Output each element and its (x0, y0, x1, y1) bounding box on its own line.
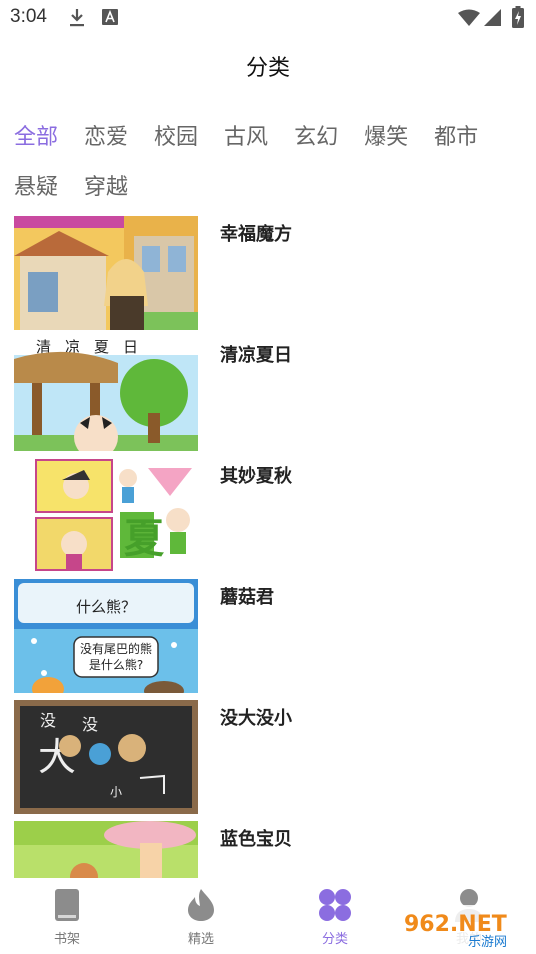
book-icon (54, 888, 80, 926)
watermark-main-text: 962.NET (404, 912, 507, 937)
wifi-icon (458, 9, 480, 31)
tab-campus[interactable]: 校园 (154, 119, 198, 151)
comic-item[interactable]: 夏 其妙夏秋 (14, 458, 524, 579)
tab-suspense[interactable]: 悬疑 (14, 169, 58, 201)
comic-cover[interactable] (14, 216, 198, 330)
comic-cover[interactable] (14, 821, 198, 878)
nav-label: 分类 (321, 932, 348, 947)
cover-chalk-2: 没 (82, 715, 98, 734)
comic-title[interactable]: 清凉夏日 (220, 341, 292, 367)
comic-title[interactable]: 其妙夏秋 (220, 462, 292, 488)
comic-title[interactable]: 没大没小 (220, 704, 292, 730)
comic-cover[interactable]: 什么熊？ 没有尾巴的熊 是什么熊? (14, 579, 198, 693)
tab-all[interactable]: 全部 (14, 119, 58, 151)
tab-time-travel[interactable]: 穿越 (84, 169, 128, 201)
comic-cover[interactable]: 夏 (14, 458, 198, 572)
battery-charging-icon (512, 6, 524, 32)
comic-item[interactable]: 清凉夏日 清凉夏日 (14, 337, 524, 458)
comic-title[interactable]: 幸福魔方 (220, 220, 292, 246)
cover-caption: 什么熊？ (76, 598, 136, 616)
nav-label: 书架 (53, 932, 80, 947)
tab-fantasy[interactable]: 玄幻 (294, 119, 338, 151)
cover-bubble-line-2: 是什么熊? (89, 657, 143, 672)
category-icon (318, 888, 352, 926)
status-time: 3:04 (10, 6, 47, 27)
flame-icon (187, 888, 215, 926)
signal-icon (484, 9, 502, 31)
comic-item[interactable]: 没 没 大 小 没大没小 (14, 700, 524, 821)
tab-urban[interactable]: 都市 (434, 119, 478, 151)
status-bar: 3:04 (0, 0, 536, 36)
comic-cover[interactable]: 没 没 大 小 (14, 700, 198, 814)
nav-featured[interactable]: 精选 (134, 878, 268, 954)
nav-bookshelf[interactable]: 书架 (0, 878, 134, 954)
page-title: 分类 (245, 56, 290, 81)
nav-category[interactable]: 分类 (268, 878, 402, 954)
nav-label: 精选 (187, 932, 214, 947)
cover-chalk-small: 小 (110, 785, 122, 799)
watermark-sub-text: 乐游网 (468, 935, 507, 949)
tab-comedy[interactable]: 爆笑 (364, 119, 408, 151)
a-badge-icon (102, 8, 118, 30)
comic-item[interactable]: 蓝色宝贝 (14, 821, 524, 878)
tab-ancient[interactable]: 古风 (224, 119, 268, 151)
category-tabs: 全部 恋爱 校园 古风 玄幻 爆笑 都市 悬疑 穿越 (14, 115, 524, 205)
download-icon (68, 8, 86, 32)
comic-title[interactable]: 蘑菇君 (220, 583, 274, 609)
watermark: 962.NET 乐游网 (398, 905, 530, 950)
cover-bubble-line-1: 没有尾巴的熊 (80, 641, 152, 656)
comic-title[interactable]: 蓝色宝贝 (220, 825, 292, 851)
comic-item[interactable]: 什么熊？ 没有尾巴的熊 是什么熊? 蘑菇君 (14, 579, 524, 700)
cover-summer-text: 夏 (124, 516, 165, 562)
cover-chalk-1: 没 (40, 711, 56, 730)
category-tab-row: 悬疑 穿越 (14, 165, 524, 205)
category-tab-row: 全部 恋爱 校园 古风 玄幻 爆笑 都市 (14, 115, 524, 155)
tab-romance[interactable]: 恋爱 (84, 119, 128, 151)
comic-cover[interactable]: 清凉夏日 (14, 337, 198, 451)
comic-item[interactable]: 幸福魔方 (14, 216, 524, 337)
comic-list[interactable]: 幸福魔方 清凉夏日 清凉夏日 夏 其妙夏秋 什么熊？ 没有尾巴的熊 是什么熊? … (14, 216, 524, 878)
